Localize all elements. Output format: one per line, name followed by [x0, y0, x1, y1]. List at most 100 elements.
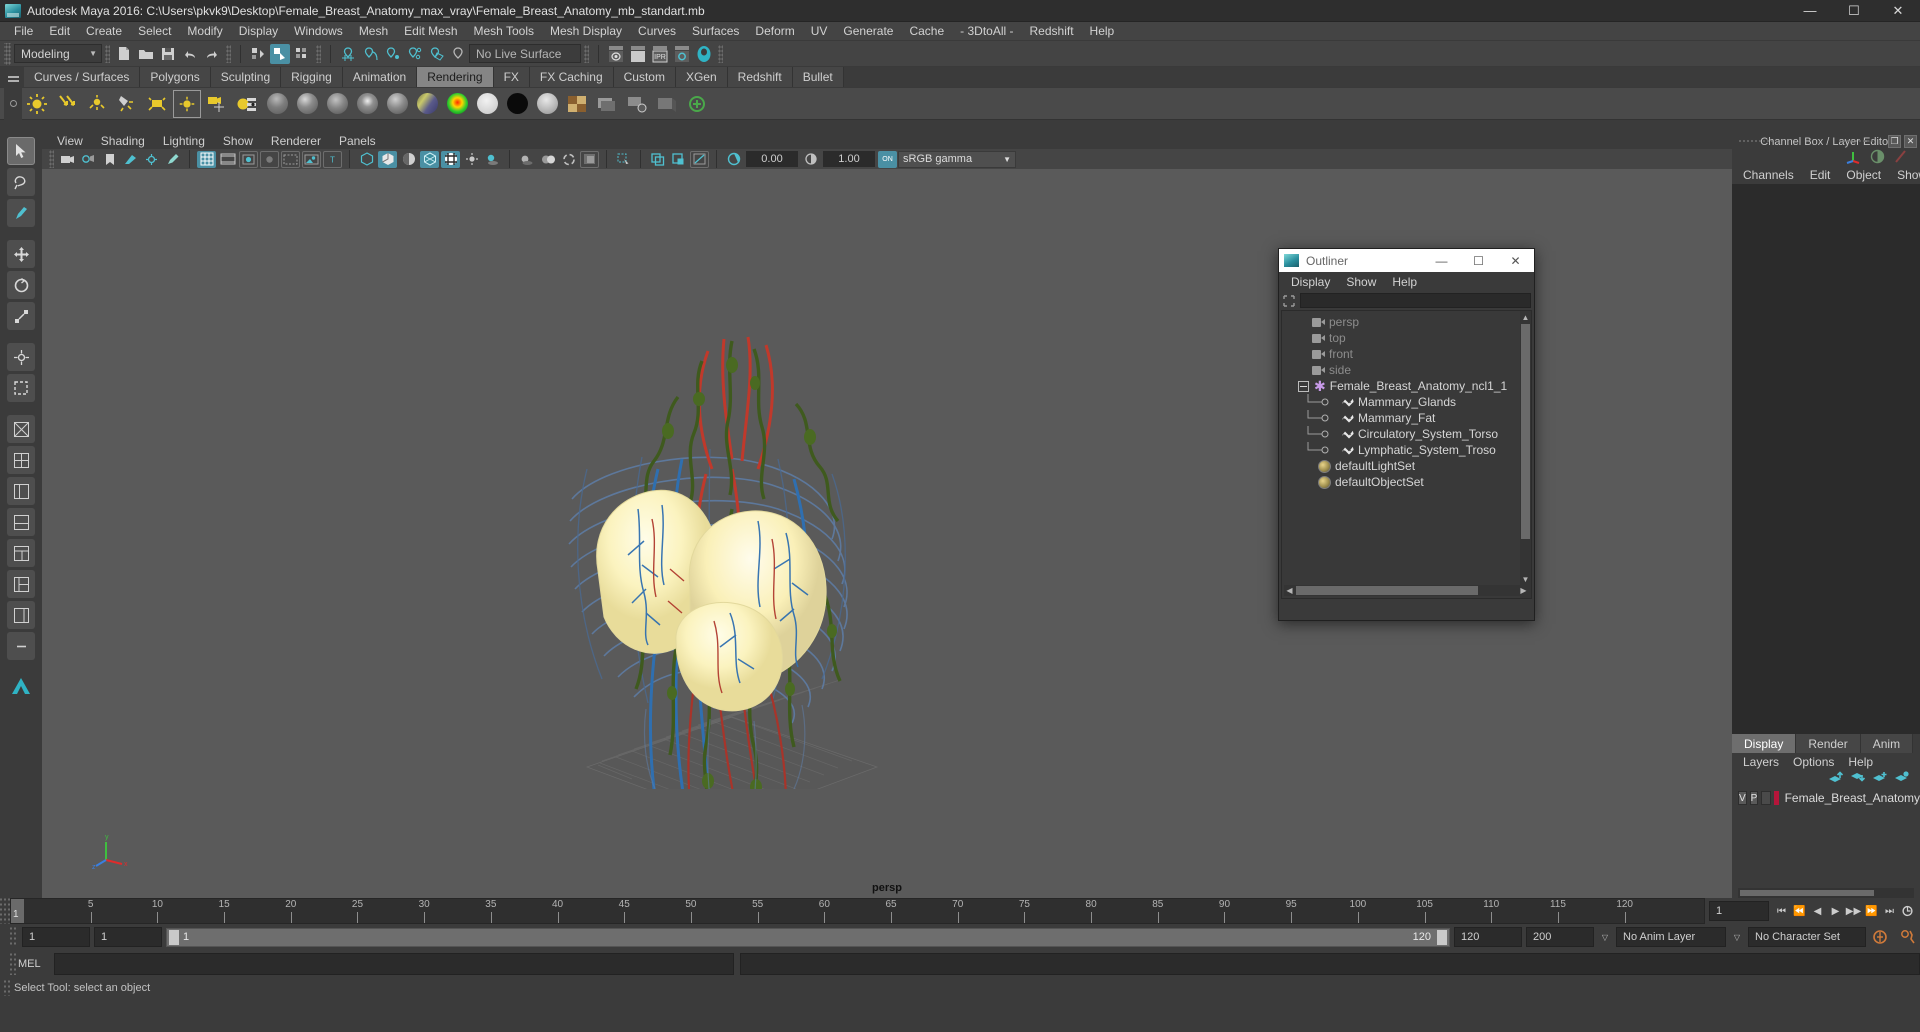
character-set-selector[interactable]: No Character Set: [1748, 927, 1866, 947]
layer-menu-layers[interactable]: Layers: [1736, 755, 1786, 769]
outliner-item-defaultlightset[interactable]: defaultLightSet: [1282, 458, 1531, 474]
view-transform-selector[interactable]: sRGB gamma ▼: [898, 150, 1016, 168]
ambient-light-icon[interactable]: [23, 90, 51, 118]
select-by-component-type-icon[interactable]: [292, 44, 312, 64]
exposure-icon[interactable]: [724, 151, 743, 168]
outliner-item-lymphatic-system-troso[interactable]: Lymphatic_System_Troso: [1282, 442, 1531, 458]
current-frame-field[interactable]: 1: [1709, 901, 1769, 921]
animation-preferences-icon[interactable]: [1899, 902, 1916, 920]
outliner-item-front[interactable]: front: [1282, 346, 1531, 362]
surface-shader-icon[interactable]: [473, 90, 501, 118]
shelf-options-icon[interactable]: [4, 87, 22, 120]
image-plane-icon[interactable]: [121, 151, 140, 168]
move-layer-up-icon[interactable]: [1828, 770, 1844, 787]
safe-title-icon[interactable]: [302, 150, 321, 168]
range-slider-gripper[interactable]: [10, 927, 18, 947]
menu-modify[interactable]: Modify: [179, 22, 230, 40]
spot-light-icon[interactable]: [113, 90, 141, 118]
scrollbar-thumb[interactable]: [1296, 586, 1478, 595]
menu-3dtoall[interactable]: - 3DtoAll -: [952, 22, 1021, 40]
menu-uv[interactable]: UV: [803, 22, 836, 40]
multisample-aa-icon[interactable]: [559, 151, 578, 168]
shelf-menu-icon[interactable]: [2, 67, 24, 87]
shelf-tab-fx-caching[interactable]: FX Caching: [529, 67, 614, 87]
step-back-key-button[interactable]: ⏪: [1791, 902, 1808, 920]
playback-start-field[interactable]: 1: [94, 927, 162, 947]
shelf-tab-rigging[interactable]: Rigging: [281, 67, 343, 87]
persp-graph-layout-icon[interactable]: [7, 508, 35, 536]
section-gripper-snap[interactable]: [316, 44, 321, 63]
menu-mesh-tools[interactable]: Mesh Tools: [466, 22, 542, 40]
exposure-value[interactable]: 0.00: [746, 151, 798, 167]
outliner-item-defaultobjectset[interactable]: defaultObjectSet: [1282, 474, 1531, 490]
make-live-icon[interactable]: [448, 44, 468, 64]
outliner-title-bar[interactable]: Outliner — ☐ ✕: [1279, 249, 1534, 272]
field-chart-icon[interactable]: [260, 150, 279, 168]
outliner-window[interactable]: Outliner — ☐ ✕ Display Show Help persp t…: [1278, 248, 1535, 621]
menu-edit[interactable]: Edit: [41, 22, 78, 40]
gamma-icon[interactable]: [801, 151, 820, 168]
shelf-tab-bullet[interactable]: Bullet: [792, 67, 844, 87]
render-layers-icon[interactable]: [593, 90, 621, 118]
snap-to-projected-center-icon[interactable]: [404, 44, 424, 64]
render-current-frame-icon[interactable]: [606, 44, 626, 64]
persp-outliner-persp-layout-icon[interactable]: [7, 570, 35, 598]
ipr-render-icon[interactable]: IPR: [650, 44, 670, 64]
layer-visibility-toggle[interactable]: V: [1738, 791, 1747, 805]
range-right-handle[interactable]: [1437, 929, 1447, 945]
phong-e-material-icon[interactable]: [353, 90, 381, 118]
four-view-layout-icon[interactable]: [7, 446, 35, 474]
play-forward-button[interactable]: ▶: [1827, 902, 1844, 920]
shelf-tab-redshift[interactable]: Redshift: [727, 67, 793, 87]
menu-windows[interactable]: Windows: [286, 22, 351, 40]
menu-help[interactable]: Help: [1082, 22, 1123, 40]
volume-light-icon[interactable]: [173, 89, 201, 118]
shelf-tab-custom[interactable]: Custom: [613, 67, 676, 87]
outliner-menu-show[interactable]: Show: [1338, 275, 1384, 289]
layer-type-toggle[interactable]: [1761, 791, 1771, 805]
gamma-value[interactable]: 1.00: [823, 151, 875, 167]
anisotropic-material-icon[interactable]: [383, 90, 411, 118]
wireframe-shading-icon[interactable]: [357, 151, 376, 168]
blinn-material-icon[interactable]: [293, 90, 321, 118]
menu-select[interactable]: Select: [130, 22, 179, 40]
panel-restore-button[interactable]: ❐: [1888, 135, 1901, 148]
lasso-tool-icon[interactable]: [7, 168, 35, 196]
save-scene-icon[interactable]: [158, 44, 178, 64]
command-language-label[interactable]: MEL: [18, 958, 54, 970]
shelf-tab-fx[interactable]: FX: [493, 67, 530, 87]
menu-mesh-display[interactable]: Mesh Display: [542, 22, 630, 40]
paint-select-tool-icon[interactable]: [7, 199, 35, 227]
character-set-dropdown-icon[interactable]: ▽: [1730, 933, 1744, 942]
directional-light-icon[interactable]: [53, 90, 81, 118]
channel-menu-edit[interactable]: Edit: [1803, 168, 1838, 182]
snap-to-grid-icon[interactable]: [338, 44, 358, 64]
outliner-item-side[interactable]: side: [1282, 362, 1531, 378]
smooth-shade-selected-icon[interactable]: [399, 151, 418, 168]
outliner-item-top[interactable]: top: [1282, 330, 1531, 346]
minimize-panel-icon[interactable]: [7, 632, 35, 660]
anim-layer-dropdown-icon[interactable]: ▽: [1598, 933, 1612, 942]
command-line-gripper[interactable]: [10, 953, 18, 975]
layered-shader-icon[interactable]: [413, 90, 441, 118]
move-layer-down-icon[interactable]: [1850, 770, 1866, 787]
attribute-editor-toggle-icon[interactable]: [1870, 149, 1885, 167]
layer-tab-anim[interactable]: Anim: [1860, 734, 1914, 753]
maximize-button[interactable]: ☐: [1832, 0, 1876, 22]
minimize-button[interactable]: —: [1788, 0, 1832, 22]
shelf-tab-xgen[interactable]: XGen: [675, 67, 728, 87]
menu-deform[interactable]: Deform: [747, 22, 802, 40]
viewport-menu-view[interactable]: View: [48, 134, 92, 148]
channel-box-attribute-list[interactable]: [1732, 184, 1920, 734]
texture-checker-icon[interactable]: [563, 90, 591, 118]
select-tool-icon[interactable]: [7, 137, 35, 165]
range-start-field[interactable]: 1: [22, 927, 90, 947]
grid-toggle-icon[interactable]: [197, 150, 216, 168]
manipulator-axis-icon[interactable]: [1845, 149, 1862, 167]
area-light-icon[interactable]: [143, 90, 171, 118]
panel-close-button[interactable]: ✕: [1904, 135, 1917, 148]
outliner-item-mammary-fat[interactable]: Mammary_Fat: [1282, 410, 1531, 426]
texture-placement-icon[interactable]: T: [323, 150, 342, 168]
step-forward-key-button[interactable]: ⏩: [1863, 902, 1880, 920]
channel-menu-object[interactable]: Object: [1839, 168, 1888, 182]
